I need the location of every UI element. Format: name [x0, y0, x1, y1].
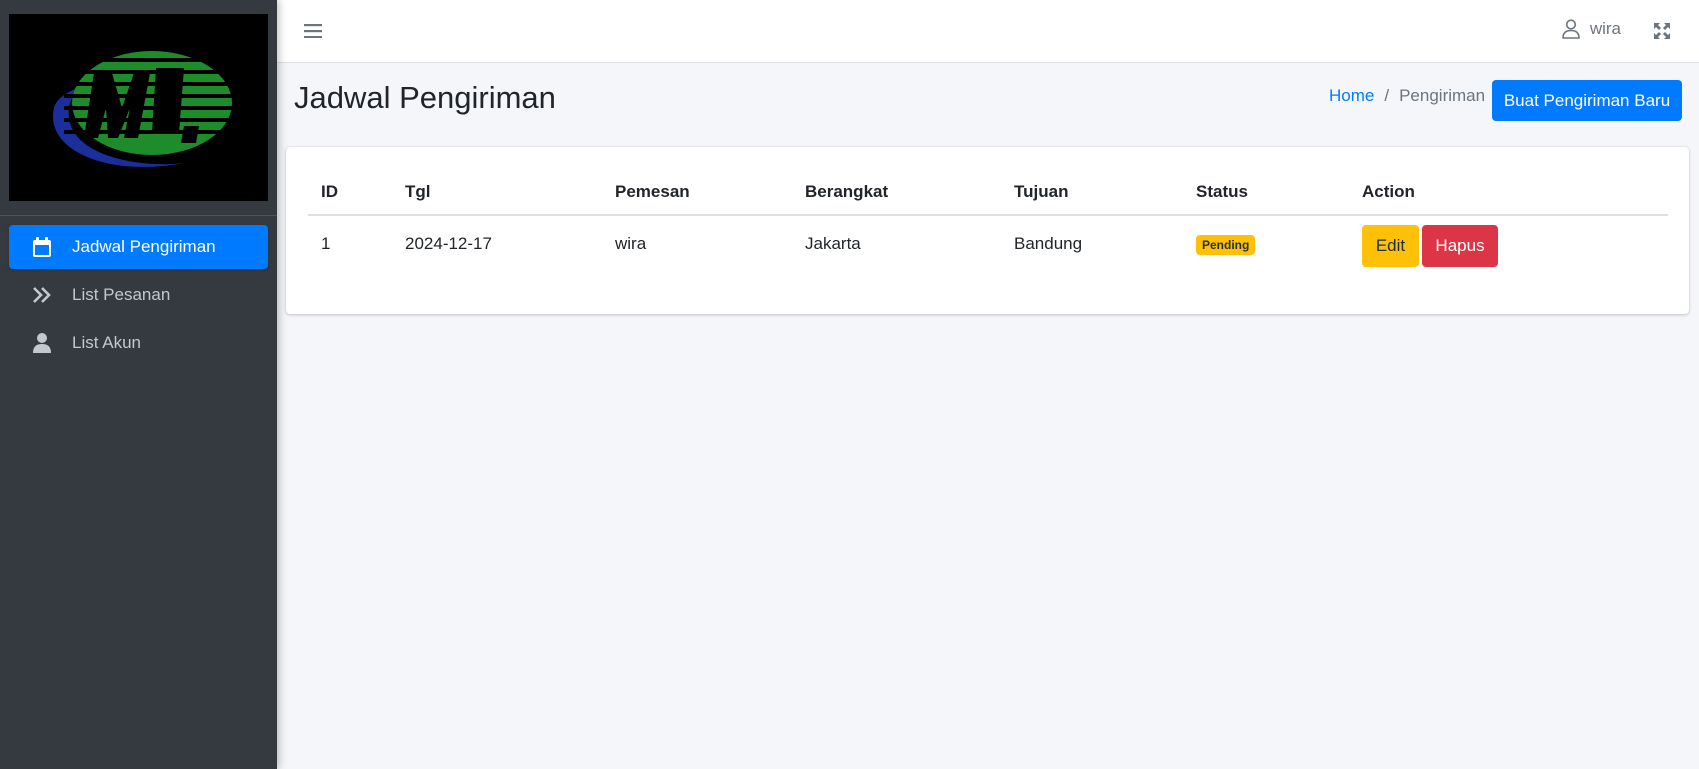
- breadcrumb: Home / Pengiriman: [1329, 86, 1485, 106]
- column-header-action: Action: [1349, 169, 1668, 216]
- company-logo[interactable]: [9, 14, 268, 201]
- cell-status: Pending: [1183, 215, 1349, 272]
- user-menu[interactable]: wira: [1562, 19, 1621, 39]
- column-header-berangkat: Berangkat: [792, 169, 1001, 216]
- calendar-icon: [31, 236, 53, 258]
- fullscreen-icon[interactable]: [1651, 20, 1673, 42]
- sidebar-item-jadwal-pengiriman[interactable]: Jadwal Pengiriman: [9, 225, 268, 269]
- delete-button[interactable]: Hapus: [1422, 225, 1498, 267]
- column-header-id: ID: [308, 169, 392, 216]
- status-badge: Pending: [1196, 235, 1256, 255]
- new-shipment-button[interactable]: Buat Pengiriman Baru: [1492, 80, 1682, 121]
- cell-tgl: 2024-12-17: [405, 234, 492, 253]
- cell-pemesan: wira: [615, 234, 647, 253]
- sidebar-nav: Jadwal Pengiriman List Pesanan List Akun: [0, 216, 277, 365]
- breadcrumb-separator: /: [1384, 86, 1390, 105]
- user-icon: [31, 332, 53, 354]
- angle-double-right-icon: [31, 284, 53, 306]
- shipment-table: ID Tgl Pemesan Berangkat Tujuan Status A…: [308, 169, 1668, 272]
- table-header-row: ID Tgl Pemesan Berangkat Tujuan Status A…: [308, 169, 1668, 216]
- sidebar-item-label: Jadwal Pengiriman: [72, 237, 216, 256]
- sidebar-item-label: List Akun: [72, 333, 141, 352]
- top-navbar: wira: [277, 0, 1699, 63]
- breadcrumb-home-link[interactable]: Home: [1329, 86, 1374, 106]
- cell-action: Edit Hapus: [1349, 215, 1668, 272]
- cell-berangkat: Jakarta: [805, 234, 861, 253]
- sidebar-item-list-pesanan[interactable]: List Pesanan: [9, 273, 268, 317]
- brand-area: [0, 0, 277, 216]
- shipment-table-card: ID Tgl Pemesan Berangkat Tujuan Status A…: [286, 147, 1689, 314]
- page-title: Jadwal Pengiriman: [294, 80, 556, 115]
- breadcrumb-current: Pengiriman: [1399, 86, 1486, 105]
- sidebar: Jadwal Pengiriman List Pesanan List Akun: [0, 0, 277, 769]
- hamburger-icon[interactable]: [302, 20, 324, 42]
- edit-button[interactable]: Edit: [1362, 225, 1419, 267]
- cell-id: 1: [321, 234, 331, 253]
- column-header-pemesan: Pemesan: [602, 169, 792, 216]
- user-outline-icon: [1562, 19, 1580, 39]
- column-header-tujuan: Tujuan: [1001, 169, 1183, 216]
- cell-tujuan: Bandung: [1014, 234, 1083, 253]
- username: wira: [1589, 19, 1621, 38]
- sidebar-item-list-akun[interactable]: List Akun: [9, 321, 268, 365]
- table-row: 1 2024-12-17 wira Jakarta Bandung Pendin…: [308, 215, 1668, 272]
- column-header-tgl: Tgl: [392, 169, 602, 216]
- column-header-status: Status: [1183, 169, 1349, 216]
- sidebar-item-label: List Pesanan: [72, 285, 171, 304]
